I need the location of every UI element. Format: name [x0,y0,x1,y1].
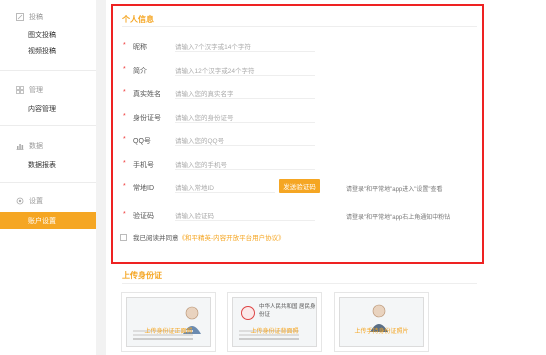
id-front-placeholder: 上传身份证正面照 [126,297,211,347]
grid-icon [16,86,24,94]
profile-section-title: 个人信息 [122,15,154,24]
id-lines [133,338,193,340]
required-star: * [123,66,126,73]
sidebar-item-content-manage[interactable]: 内容管理 [28,104,56,114]
verify-code-hint: 请登录"和平常地"app右上角通知中粉钻 [346,215,451,221]
sidebar-group-settings: 设置 [16,196,43,206]
section-divider [122,26,477,27]
upload-id-front[interactable]: 上传身份证正面照 [121,292,216,352]
sidebar-group-data: 数据 [16,141,43,151]
send-code-button[interactable]: 发送验证码 [279,179,320,193]
sidebar-item-article-submit[interactable]: 图文投稿 [28,30,56,40]
id-handheld-caption: 上传手持身份证照片 [354,329,409,335]
phone-input[interactable]: 请输入您的手机号 [175,158,315,170]
required-star: * [123,89,126,96]
required-star: * [123,211,126,218]
changdi-id-label: 常地ID [133,185,154,192]
agreement-row: 我已阅读并同意 《和平精英-内容开放平台用户协议》 [120,232,285,242]
id-number-input[interactable]: 请输入您的身份证号 [175,111,315,123]
app-root: 投稿 图文投稿 视频投稿 管理 内容管理 数据 数据报表 设置 账户设置 个人信… [0,0,546,355]
id-lines [239,338,299,340]
agreement-link[interactable]: 《和平精英-内容开放平台用户协议》 [179,232,285,242]
section-divider [122,283,477,284]
id-front-caption: 上传身份证正面照 [144,329,193,335]
id-handheld-placeholder: 上传手持身份证照片 [339,297,424,347]
upload-id-back[interactable]: 中华人民共和国 居民身份证 上传身份证背面照 [227,292,322,352]
sidebar-divider [0,70,96,71]
intro-label: 简介 [133,68,147,75]
edit-icon [16,13,24,21]
changdi-id-input[interactable]: 请输入常地ID [175,181,275,193]
required-star: * [123,160,126,167]
sidebar-item-account-settings[interactable]: 账户设置 [0,212,96,229]
agreement-text: 我已阅读并同意 [133,235,179,242]
required-star: * [123,136,126,143]
chart-icon [16,142,24,150]
upload-section-title: 上传身份证 [122,271,162,280]
verify-code-input[interactable]: 请输入验证码 [175,209,315,221]
id-back-placeholder: 中华人民共和国 居民身份证 上传身份证背面照 [232,297,317,347]
emblem-icon [241,306,255,320]
sidebar-divider [0,125,96,126]
sidebar-divider [0,182,96,183]
agreement-checkbox[interactable] [120,233,127,241]
qq-label: QQ号 [133,138,151,145]
required-star: * [123,42,126,49]
real-name-input[interactable]: 请输入您的真实名字 [175,87,315,99]
sidebar-item-video-submit[interactable]: 视频投稿 [28,46,56,56]
real-name-label: 真实姓名 [133,91,161,98]
nickname-input[interactable]: 请输入7个汉字或14个字符 [175,40,315,52]
id-back-header: 中华人民共和国 居民身份证 [259,304,316,318]
verify-code-label: 验证码 [133,213,154,220]
nickname-label: 昵称 [133,44,147,51]
sidebar-group-submit: 投稿 [16,12,43,22]
phone-label: 手机号 [133,162,154,169]
id-back-caption: 上传身份证背面照 [250,329,299,335]
sidebar-group-manage: 管理 [16,85,43,95]
intro-input[interactable]: 请输入12个汉字或24个字符 [175,64,315,76]
upload-id-handheld[interactable]: 上传手持身份证照片 [334,292,429,352]
changdi-id-hint: 请登录"和平常地"app进入"设置"查看 [346,187,443,193]
gear-icon [16,197,24,205]
sidebar: 投稿 图文投稿 视频投稿 管理 内容管理 数据 数据报表 设置 账户设置 [0,0,96,355]
sidebar-item-data-report[interactable]: 数据报表 [28,160,56,170]
qq-input[interactable]: 请输入您的QQ号 [175,134,315,146]
required-star: * [123,183,126,190]
id-number-label: 身份证号 [133,115,161,122]
required-star: * [123,113,126,120]
